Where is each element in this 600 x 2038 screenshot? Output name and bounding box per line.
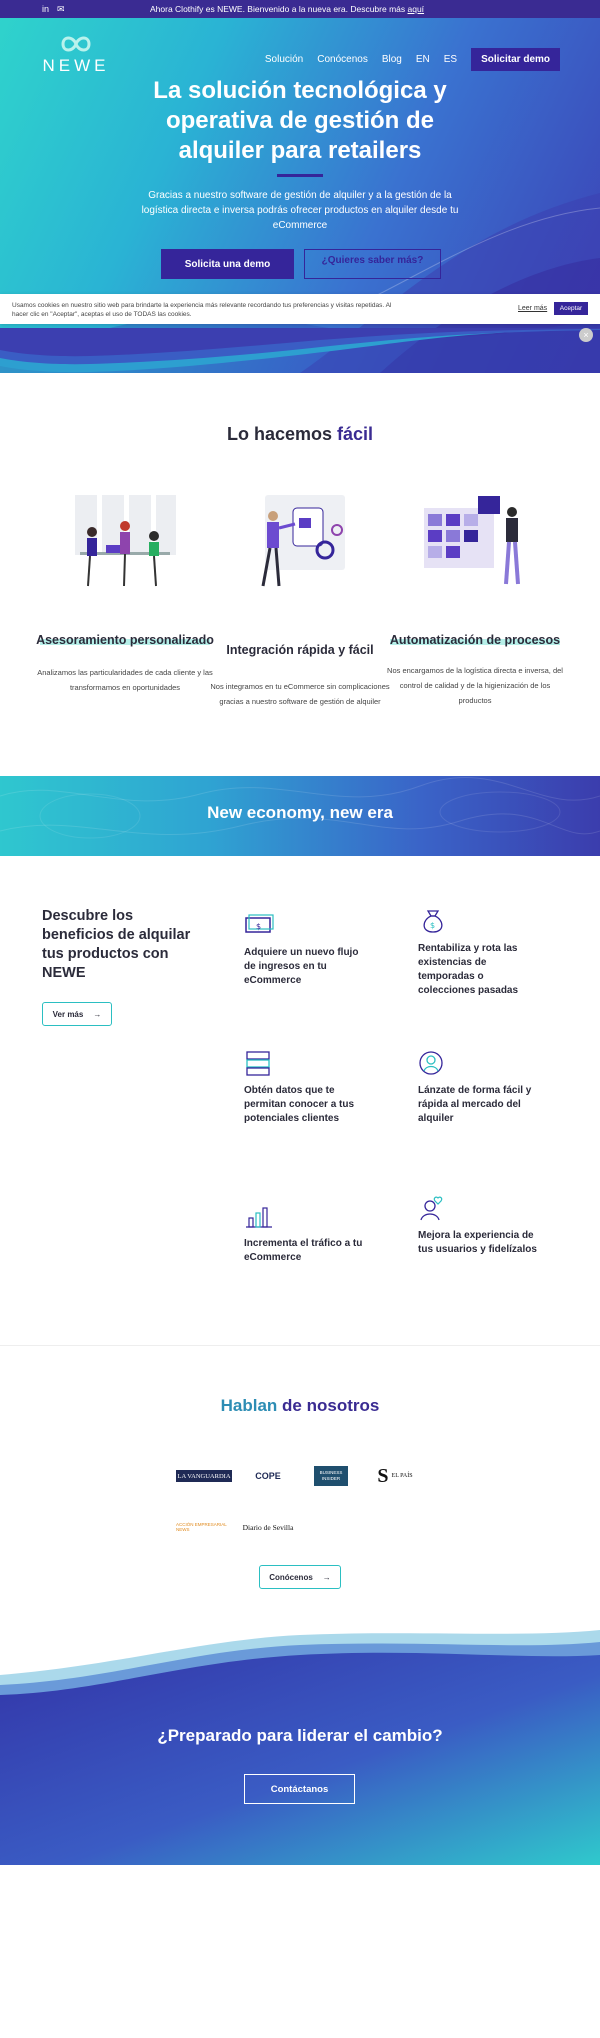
money-icon: $ bbox=[245, 914, 274, 933]
benefits-title: Descubre los beneficios de alquilar tus … bbox=[42, 908, 191, 981]
svg-text:$: $ bbox=[256, 922, 261, 931]
press-logo-accion-empresarial[interactable]: ACCIÓN EMPRESARIAL NEWS bbox=[176, 1522, 230, 1532]
benefit-label: Mejora la experiencia de tus usuarios y … bbox=[418, 1230, 537, 1255]
svg-text:$: $ bbox=[430, 921, 435, 930]
benefit-item: Lánzate de forma fácil y rápida al merca… bbox=[418, 1050, 538, 1126]
cookie-banner: Usamos cookies en nuestro sitio web para… bbox=[0, 294, 600, 324]
elpais-label: EL PAÍS bbox=[391, 1473, 413, 1479]
linkedin-icon[interactable]: in bbox=[42, 3, 49, 15]
hero-divider bbox=[277, 174, 323, 177]
elpais-s-mark: S bbox=[377, 1464, 389, 1487]
logo-wordmark: NEWE bbox=[42, 56, 110, 75]
cta-title: ¿Preparado para liderar el cambio? bbox=[157, 1726, 443, 1745]
email-icon[interactable]: ✉ bbox=[57, 3, 65, 15]
easy-section-title: Lo hacemos fácil bbox=[226, 424, 374, 444]
press-logo-elpais[interactable]: S EL PAÍS bbox=[372, 1464, 418, 1488]
money-bag-icon: $ bbox=[423, 910, 443, 933]
feature-text: Nos integramos en tu eCommerce sin compl… bbox=[210, 682, 390, 706]
user-heart-icon bbox=[420, 1196, 443, 1221]
hero-demo-button[interactable]: Solicita una demo bbox=[161, 249, 294, 279]
close-icon[interactable]: × bbox=[579, 328, 593, 342]
contact-button[interactable]: Contáctanos bbox=[244, 1774, 355, 1804]
main-nav: Solución Conócenos Blog EN ES Solicitar … bbox=[265, 48, 560, 71]
benefit-label: Lánzate de forma fácil y rápida al merca… bbox=[418, 1085, 532, 1124]
automation-dashboard-illustration bbox=[424, 496, 520, 585]
hero-subtitle: Gracias a nuestro software de gestión de… bbox=[141, 190, 459, 231]
about-us-label: Conócenos bbox=[269, 1572, 313, 1582]
press-logo-lavanguardia[interactable]: LA VANGUARDIA bbox=[176, 1470, 232, 1482]
nav-lang-es[interactable]: ES bbox=[444, 54, 457, 65]
social-links: in ✉ bbox=[42, 3, 65, 15]
feature-text: Nos encargamos de la logística directa e… bbox=[387, 666, 563, 705]
feature-text: Analizamos las particularidades de cada … bbox=[37, 668, 213, 692]
bar-chart-icon bbox=[246, 1207, 272, 1228]
request-demo-button[interactable]: Solicitar demo bbox=[471, 48, 560, 71]
section-divider bbox=[0, 1345, 600, 1346]
announcement-bar: in ✉ Ahora Clothify es NEWE. Bienvenido … bbox=[0, 0, 600, 18]
cta-section: ¿Preparado para liderar el cambio? Contá… bbox=[0, 1630, 600, 1865]
benefit-item: Incrementa el tráfico a tu eCommerce bbox=[244, 1203, 364, 1265]
new-economy-banner: New economy, new era bbox=[0, 776, 600, 856]
nav-solucion[interactable]: Solución bbox=[265, 54, 303, 65]
feature-title: Integración rápida y fácil bbox=[226, 643, 374, 657]
benefit-label: Obtén datos que te permitan conocer a tu… bbox=[244, 1085, 355, 1124]
hero-title: La solución tecnológica y operativa de g… bbox=[153, 77, 447, 164]
hero-bottom-wave bbox=[0, 328, 600, 373]
user-circle-icon bbox=[419, 1051, 443, 1075]
see-more-button[interactable]: Ver más → bbox=[42, 1002, 112, 1026]
feature-title: Automatización de procesos bbox=[389, 633, 561, 647]
arrow-right-icon: → bbox=[93, 1009, 102, 1019]
about-us-button[interactable]: Conócenos → bbox=[259, 1565, 341, 1589]
team-meeting-illustration bbox=[75, 495, 176, 587]
benefit-label: Incrementa el tráfico a tu eCommerce bbox=[244, 1238, 363, 1263]
promo-text: Ahora Clothify es NEWE. Bienvenido a la … bbox=[150, 4, 425, 14]
infinity-logo-icon bbox=[61, 36, 91, 52]
integration-illustration bbox=[261, 495, 345, 587]
feature-title: Asesoramiento personalizado bbox=[36, 633, 214, 647]
banner-title: New economy, new era bbox=[207, 803, 393, 822]
press-logo-business-insider[interactable]: BUSINESS INSIDER bbox=[314, 1466, 348, 1486]
nav-lang-en[interactable]: EN bbox=[416, 54, 430, 65]
promo-link[interactable]: aquí bbox=[408, 4, 425, 14]
feature-advice: Asesoramiento personalizado Analizamos l… bbox=[35, 490, 215, 695]
cookie-text: Usamos cookies en nuestro sitio web para… bbox=[12, 302, 392, 318]
arrow-right-icon: → bbox=[322, 1572, 331, 1582]
nav-conocenos[interactable]: Conócenos bbox=[317, 54, 368, 65]
database-icon bbox=[246, 1051, 270, 1076]
cookie-accept-button[interactable]: Aceptar bbox=[554, 302, 588, 315]
press-logo-cope[interactable]: COPE bbox=[249, 1468, 287, 1484]
feature-automation: Automatización de procesos Nos encargamo… bbox=[385, 490, 565, 708]
benefit-label: Adquiere un nuevo flujo de ingresos en t… bbox=[244, 947, 359, 986]
see-more-label: Ver más bbox=[52, 1009, 84, 1019]
nav-blog[interactable]: Blog bbox=[382, 54, 402, 65]
benefit-item: Obtén datos que te permitan conocer a tu… bbox=[244, 1050, 364, 1126]
cookie-read-more-link[interactable]: Leer más bbox=[518, 305, 547, 312]
benefit-label: Rentabiliza y rota las existencias de te… bbox=[418, 943, 519, 996]
press-title: Hablan de nosotros bbox=[220, 1396, 380, 1415]
cta-background bbox=[0, 1630, 600, 1865]
press-logo-diario-sevilla[interactable]: Diario de Sevilla bbox=[240, 1520, 296, 1534]
benefit-item: $ Adquiere un nuevo flujo de ingresos en… bbox=[244, 912, 364, 988]
hero-learn-more-button[interactable]: ¿Quieres saber más? bbox=[304, 249, 441, 279]
feature-integration: Integración rápida y fácil Nos integramo… bbox=[210, 490, 390, 709]
newe-logo[interactable]: NEWE bbox=[40, 34, 112, 76]
benefit-item: Mejora la experiencia de tus usuarios y … bbox=[418, 1195, 538, 1257]
benefit-item: $ Rentabiliza y rota las existencias de … bbox=[418, 908, 538, 998]
